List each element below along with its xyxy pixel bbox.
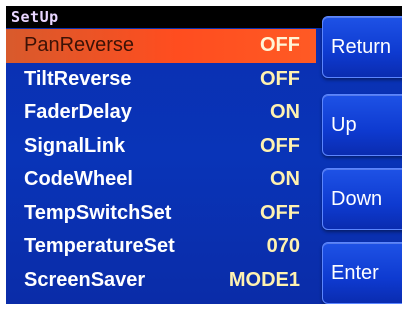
menu-item-label: TiltReverse	[24, 67, 132, 90]
menu-item-label: TempSwitchSet	[24, 201, 172, 224]
menu-item-value: ON	[270, 101, 300, 124]
menu-item-screen-saver[interactable]: ScreenSaver MODE1	[6, 264, 316, 298]
menu-item-code-wheel[interactable]: CodeWheel ON	[6, 163, 316, 197]
menu-item-value: MODE1	[228, 268, 300, 291]
down-button[interactable]: Down	[322, 168, 402, 230]
menu-item-label: PanReverse	[24, 34, 135, 57]
menu-item-label: TemperatureSet	[24, 235, 175, 258]
menu-item-label: SignalLink	[24, 134, 126, 157]
menu-item-label: CodeWheel	[24, 168, 133, 191]
menu-item-value: OFF	[260, 134, 300, 157]
menu-item-signal-link[interactable]: SignalLink OFF	[6, 130, 316, 164]
up-button-label: Up	[331, 113, 357, 136]
menu-item-value: ON	[270, 168, 300, 191]
return-button-label: Return	[331, 35, 392, 58]
page-title: SetUp	[11, 8, 59, 26]
menu-item-temp-switch-set[interactable]: TempSwitchSet OFF	[6, 197, 316, 231]
menu-item-value: OFF	[260, 67, 300, 90]
down-button-label: Down	[331, 187, 383, 210]
menu-item-fader-delay[interactable]: FaderDelay ON	[6, 96, 316, 130]
enter-button-label: Enter	[331, 261, 379, 284]
up-button[interactable]: Up	[322, 94, 402, 156]
menu-item-value: OFF	[260, 34, 300, 57]
menu-item-pan-reverse[interactable]: PanReverse OFF	[6, 29, 316, 63]
setup-menu: PanReverse OFF TiltReverse OFF FaderDela…	[6, 29, 316, 297]
menu-item-label: FaderDelay	[24, 101, 132, 124]
menu-item-label: ScreenSaver	[24, 268, 146, 291]
menu-item-temperature-set[interactable]: TemperatureSet 070	[6, 230, 316, 264]
enter-button[interactable]: Enter	[322, 242, 402, 304]
return-button[interactable]: Return	[322, 16, 402, 78]
menu-item-value: 070	[266, 235, 300, 258]
device-screen: SetUp PanReverse OFF TiltReverse OFF Fad…	[6, 6, 402, 304]
menu-item-value: OFF	[260, 201, 300, 224]
menu-item-tilt-reverse[interactable]: TiltReverse OFF	[6, 63, 316, 97]
